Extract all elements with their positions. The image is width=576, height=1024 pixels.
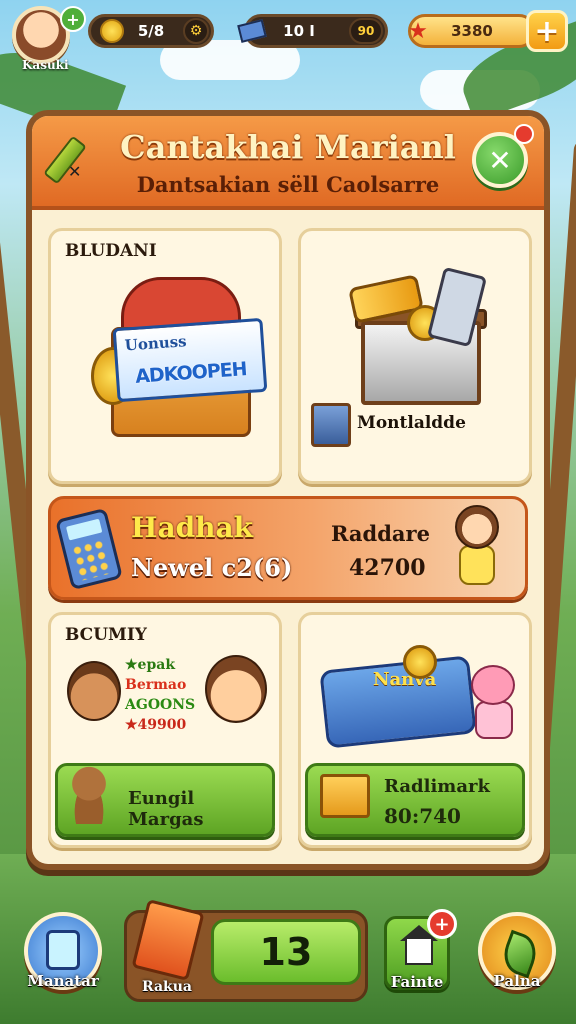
pencil-x-icon: ✕ bbox=[68, 162, 82, 181]
friends-art: ★epak Bermao AGOONS ★49900 bbox=[61, 655, 271, 755]
tickets-action-button[interactable]: Radlimark 80:740 bbox=[305, 763, 525, 837]
manager-button[interactable]: Manatar bbox=[24, 912, 102, 990]
coin-icon bbox=[403, 645, 437, 679]
manager-label: Manatar bbox=[27, 972, 99, 990]
bottom-tray: Rakua 13 bbox=[124, 899, 368, 1002]
top-bar: + Kasuki 5/8 ⚙ 10 I 90 ★ 3380 + bbox=[8, 6, 568, 72]
banner-title: Hadhak bbox=[131, 511, 254, 544]
palna-label: Palna bbox=[493, 972, 541, 990]
panel-title: Cantakhai Marianl bbox=[120, 128, 456, 166]
tablet-icon bbox=[46, 930, 80, 970]
pack-label: Rakua bbox=[142, 979, 192, 995]
shop-sign: Uonuss ADKOOPEH bbox=[112, 317, 268, 403]
tickets-card[interactable]: Nanva Radlimark 80:740 bbox=[298, 612, 532, 848]
shop-card-label: BLUDANI bbox=[65, 241, 157, 261]
coins-counter: 5/8 ⚙ bbox=[88, 14, 214, 48]
home-plus-badge: + bbox=[427, 909, 457, 939]
friend-avatar bbox=[67, 661, 121, 721]
friends-card[interactable]: BCUMIY ★epak Bermao AGOONS ★49900 Eungil… bbox=[48, 612, 282, 848]
offer-banner[interactable]: Hadhak Newel c2(6) Raddare 42700 bbox=[48, 496, 528, 600]
panel-subtitle: Dantsakian sëll Caolsarre bbox=[136, 172, 440, 197]
energy-icon bbox=[237, 16, 267, 46]
chest-card[interactable]: Montlaldde bbox=[298, 228, 532, 484]
coin-icon bbox=[97, 16, 127, 46]
home-icon bbox=[405, 937, 433, 965]
friends-list-item: Bermao bbox=[125, 677, 187, 693]
energy-counter: 10 I 90 bbox=[237, 14, 388, 48]
notification-badge bbox=[514, 124, 534, 144]
panel-body: ✕ Cantakhai Marianl Dantsakian sëll Caol… bbox=[32, 116, 544, 864]
gems-counter: ★ 3380 bbox=[408, 14, 536, 48]
main-panel: ✕ Cantakhai Marianl Dantsakian sëll Caol… bbox=[26, 110, 550, 870]
tickets-button-value: 80:740 bbox=[384, 804, 461, 828]
friends-card-label: BCUMIY bbox=[65, 625, 147, 645]
gem-icon: ★ bbox=[408, 18, 428, 44]
palna-button[interactable]: Palna bbox=[478, 912, 556, 990]
add-gems-button[interactable]: + bbox=[526, 10, 568, 52]
friends-list: ★epak Bermao AGOONS ★49900 bbox=[125, 655, 195, 735]
player-name: Kasuki bbox=[22, 58, 69, 72]
pack-icon bbox=[311, 403, 351, 447]
home-label: Fainte bbox=[390, 973, 444, 991]
banner-value: Newel c2(6) bbox=[131, 553, 293, 582]
bottom-bar: Manatar Rakua 13 + Fainte Palna bbox=[0, 899, 576, 1024]
chest-card-label: Montlaldde bbox=[357, 413, 466, 433]
energy-value: 10 I bbox=[283, 22, 315, 40]
chest-icon bbox=[341, 251, 511, 411]
shop-sign-main: ADKOOPEH bbox=[134, 358, 248, 388]
coins-value: 5/8 bbox=[137, 22, 165, 40]
avatar-plus-icon[interactable]: + bbox=[60, 6, 86, 32]
pig-icon bbox=[467, 665, 519, 739]
friend-avatar bbox=[205, 655, 267, 723]
home-button[interactable]: + Fainte bbox=[384, 909, 457, 991]
banner-right-label: Raddare bbox=[331, 521, 430, 546]
energy-sub-value[interactable]: 90 bbox=[349, 18, 383, 44]
crate-icon bbox=[320, 774, 370, 818]
coins-gear-icon[interactable]: ⚙ bbox=[183, 18, 209, 44]
card-pack-icon[interactable] bbox=[131, 899, 205, 981]
shop-sign-top: Uonuss bbox=[124, 332, 188, 355]
friends-button-label: Eungil Margas bbox=[128, 788, 204, 830]
calculator-icon bbox=[55, 507, 123, 591]
pencil-icon[interactable]: ✕ bbox=[43, 132, 98, 185]
tickets-button-label: Radlimark bbox=[384, 776, 490, 797]
shop-icon: Uonuss ADKOOPEH bbox=[91, 267, 268, 437]
shop-card[interactable]: BLUDANI Uonuss ADKOOPEH bbox=[48, 228, 282, 484]
friends-list-item: ★epak bbox=[125, 657, 176, 673]
leaf-icon bbox=[498, 929, 542, 979]
close-icon: ✕ bbox=[488, 143, 512, 177]
ticket-art: Nanva bbox=[319, 645, 515, 749]
friends-action-button[interactable]: Eungil Margas bbox=[55, 762, 275, 837]
counter-display[interactable]: 13 bbox=[211, 919, 361, 985]
friends-list-item: ★49900 bbox=[125, 717, 187, 733]
panel-header: ✕ Cantakhai Marianl Dantsakian sëll Caol… bbox=[32, 116, 544, 210]
dog-icon bbox=[64, 762, 114, 824]
monkey-icon bbox=[441, 505, 511, 591]
friends-list-item: AGOONS bbox=[125, 697, 196, 713]
gems-value: 3380 bbox=[451, 22, 493, 40]
banner-right-value: 42700 bbox=[349, 555, 426, 581]
